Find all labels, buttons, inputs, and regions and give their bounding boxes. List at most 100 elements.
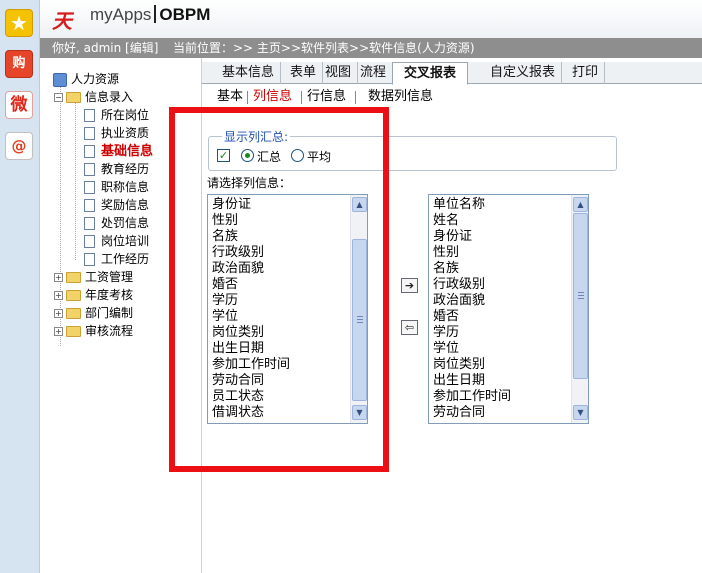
list-item[interactable]: 员工状态 xyxy=(212,389,290,405)
scroll-thumb[interactable] xyxy=(352,239,367,401)
list-item[interactable]: 身份证 xyxy=(212,197,290,213)
list-item[interactable]: 性别 xyxy=(212,213,290,229)
weibo-button[interactable]: 微 xyxy=(5,91,33,119)
scroll-up-icon[interactable]: ▲ xyxy=(352,197,367,212)
folder-open-icon xyxy=(66,92,81,103)
tab-custom-report[interactable]: 自定义报表 xyxy=(484,62,563,84)
document-icon xyxy=(84,163,95,176)
subtab-row-info[interactable]: 行信息 xyxy=(307,88,346,106)
remove-column-button[interactable]: ⇦ xyxy=(401,320,418,335)
tree-item[interactable]: 执业资质 xyxy=(84,124,149,142)
subtab-column-info[interactable]: 列信息 xyxy=(253,88,292,106)
tree-item-label: 工作经历 xyxy=(101,252,150,266)
info-bar: 你好, admin [编辑] 当前位置：>> 主页>>软件列表>>软件信息(人力… xyxy=(40,38,702,58)
list-item[interactable]: 借调状态 xyxy=(212,405,290,421)
list-item[interactable]: 学位 xyxy=(212,309,290,325)
tree-root[interactable]: 人力资源 xyxy=(53,70,119,88)
tab-print[interactable]: 打印 xyxy=(566,62,606,84)
scrollbar[interactable]: ▲ ▼ xyxy=(350,195,367,423)
folder-icon xyxy=(66,272,81,283)
list-item[interactable]: 名族 xyxy=(433,261,511,277)
tree-folder[interactable]: + 工资管理 xyxy=(54,268,133,286)
expand-icon[interactable]: + xyxy=(54,327,63,336)
tree-folder[interactable]: + 年度考核 xyxy=(54,286,133,304)
subtab-data-column-info[interactable]: 数据列信息 xyxy=(368,88,433,106)
summary-legend: 显示列汇总: xyxy=(222,128,291,145)
scroll-down-icon[interactable]: ▼ xyxy=(573,405,588,420)
list-item[interactable]: 身份证 xyxy=(433,229,511,245)
expand-icon[interactable]: + xyxy=(54,273,63,282)
list-item[interactable]: 岗位类别 xyxy=(433,357,511,373)
tab-basic-info[interactable]: 基本信息 xyxy=(216,62,282,84)
tab-flow[interactable]: 流程 xyxy=(354,62,394,84)
tree-item[interactable]: 工作经历 xyxy=(84,250,149,268)
list-item[interactable]: 名族 xyxy=(212,229,290,245)
tab-view[interactable]: 视图 xyxy=(319,62,359,84)
list-item[interactable]: 姓名 xyxy=(433,213,511,229)
radio-average[interactable] xyxy=(291,149,304,162)
user-greeting[interactable]: 你好, admin [编辑] xyxy=(52,38,158,58)
tree-item[interactable]: 奖励信息 xyxy=(84,196,149,214)
tab-cross-report[interactable]: 交叉报表 xyxy=(392,62,469,85)
mail-button[interactable]: @ xyxy=(5,132,33,160)
selected-columns-list[interactable]: 单位名称 姓名 身份证 性别 名族 行政级别 政治面貌 婚否 学历 学位 岗位类… xyxy=(428,194,589,424)
tree-item[interactable]: 教育经历 xyxy=(84,160,149,178)
weibo-icon: 微 xyxy=(10,95,28,115)
radio-sum-label: 汇总 xyxy=(257,150,282,164)
list-item[interactable]: 婚否 xyxy=(433,309,511,325)
list-item[interactable]: 岗位类别 xyxy=(212,325,290,341)
scrollbar[interactable]: ▲ ▼ xyxy=(571,195,588,423)
list-item[interactable]: 出生日期 xyxy=(433,373,511,389)
expand-icon[interactable]: + xyxy=(54,309,63,318)
folder-icon xyxy=(66,326,81,337)
scroll-down-icon[interactable]: ▼ xyxy=(352,405,367,420)
radio-average-label: 平均 xyxy=(307,150,332,164)
list-item[interactable]: 行政级别 xyxy=(212,245,290,261)
list-item[interactable]: 学位 xyxy=(433,341,511,357)
computer-icon xyxy=(53,72,67,87)
tree-folder-open[interactable]: − 信息录入 xyxy=(54,88,133,106)
radio-sum[interactable] xyxy=(241,149,254,162)
list-item[interactable]: 行政级别 xyxy=(433,277,511,293)
breadcrumb[interactable]: 当前位置：>> 主页>>软件列表>>软件信息(人力资源) xyxy=(173,38,475,58)
document-icon xyxy=(84,145,95,158)
scroll-up-icon[interactable]: ▲ xyxy=(573,197,588,212)
tree-item-label: 职称信息 xyxy=(101,180,150,194)
tree-item-label: 基础信息 xyxy=(101,144,154,159)
available-columns-list[interactable]: 身份证 性别 名族 行政级别 政治面貌 婚否 学历 学位 岗位类别 出生日期 参… xyxy=(207,194,368,424)
list-item[interactable]: 参加工作时间 xyxy=(433,389,511,405)
list-item[interactable]: 婚否 xyxy=(212,277,290,293)
tree-folder-label: 部门编制 xyxy=(85,306,134,320)
product-name: OBPM xyxy=(159,5,211,24)
tree-item[interactable]: 岗位培训 xyxy=(84,232,149,250)
tree-item[interactable]: 处罚信息 xyxy=(84,214,149,232)
tree-item[interactable]: 所在岗位 xyxy=(84,106,149,124)
tree-folder-label: 工资管理 xyxy=(85,270,134,284)
list-item[interactable]: 出生日期 xyxy=(212,341,290,357)
list-item[interactable]: 学历 xyxy=(433,325,511,341)
tab-form[interactable]: 表单 xyxy=(284,62,324,84)
list-item[interactable]: 性别 xyxy=(433,245,511,261)
add-column-button[interactable]: ➔ xyxy=(401,278,418,293)
tree-folder[interactable]: + 审核流程 xyxy=(54,322,133,340)
list-item[interactable]: 政治面貌 xyxy=(212,261,290,277)
tree-item-selected[interactable]: 基础信息 xyxy=(84,142,153,160)
list-item[interactable]: 政治面貌 xyxy=(433,293,511,309)
subtab-basic[interactable]: 基本 xyxy=(217,88,243,106)
tree-item-label: 奖励信息 xyxy=(101,198,150,212)
collapse-icon[interactable]: − xyxy=(54,93,63,102)
tree-folder[interactable]: + 部门编制 xyxy=(54,304,133,322)
shopping-button[interactable]: 购 xyxy=(5,50,33,78)
tree-item-label: 处罚信息 xyxy=(101,216,150,230)
list-item[interactable]: 学历 xyxy=(212,293,290,309)
favorites-button[interactable]: ★ xyxy=(5,9,33,37)
expand-icon[interactable]: + xyxy=(54,291,63,300)
list-item[interactable]: 劳动合同 xyxy=(433,405,511,421)
summary-checkbox[interactable]: ✓ xyxy=(217,149,230,162)
list-item[interactable]: 劳动合同 xyxy=(212,373,290,389)
tree-item[interactable]: 职称信息 xyxy=(84,178,149,196)
document-icon xyxy=(84,217,95,230)
scroll-thumb[interactable] xyxy=(573,213,588,379)
list-item[interactable]: 参加工作时间 xyxy=(212,357,290,373)
list-item[interactable]: 单位名称 xyxy=(433,197,511,213)
